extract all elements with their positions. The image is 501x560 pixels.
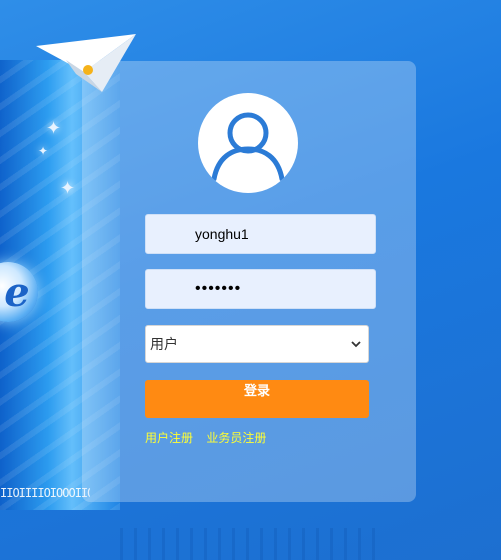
sparkle-icon: ✦ [60, 178, 76, 198]
chevron-down-icon [351, 341, 361, 348]
register-agent-link[interactable]: 业务员注册 [206, 431, 266, 445]
login-panel: yonghu1 ••••••• 用户 登录 用户注册 业务员注册 [82, 61, 416, 502]
user-icon [198, 93, 298, 193]
binary-decoration: IIOIIIIOIOOOIIO [0, 486, 90, 500]
role-select[interactable]: 用户 [145, 325, 369, 363]
password-input[interactable]: ••••••• [145, 269, 376, 309]
sparkle-icon: ✦ [38, 144, 49, 158]
paper-plane-icon [36, 34, 136, 92]
login-button[interactable]: 登录 [145, 380, 369, 418]
sparkle-icon: ✦ [46, 118, 62, 138]
register-links: 用户注册 业务员注册 [145, 429, 276, 446]
role-select-value: 用户 [150, 336, 178, 352]
bottom-decoration [120, 528, 380, 560]
username-input[interactable]: yonghu1 [145, 214, 376, 254]
register-user-link[interactable]: 用户注册 [145, 431, 193, 445]
